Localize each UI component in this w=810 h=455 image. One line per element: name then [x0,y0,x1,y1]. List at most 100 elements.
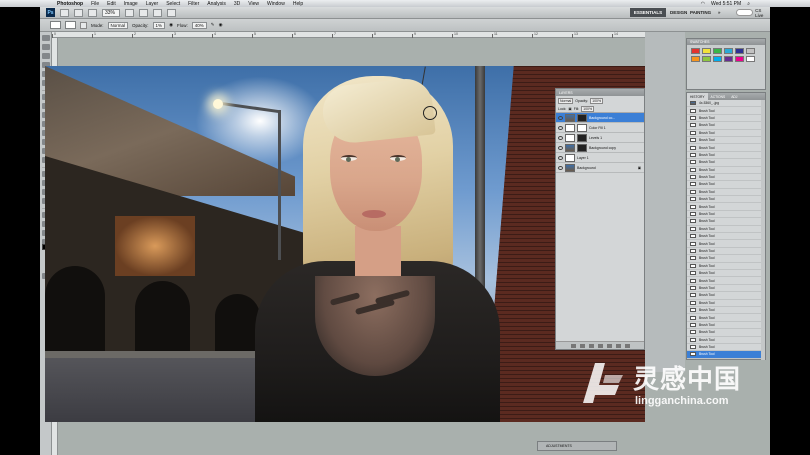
lock-icon[interactable]: ▣ [568,107,571,111]
history-state[interactable]: Brush Tool [687,137,765,145]
pressure-size-icon[interactable]: ◉ [219,22,223,28]
move-tool-icon[interactable] [41,35,50,41]
wifi-icon[interactable]: ◠ [701,1,705,7]
swatch[interactable] [691,48,700,54]
menu-file[interactable]: File [91,1,99,7]
tool-preset-picker[interactable] [50,21,61,29]
layer-row[interactable]: Levels 1 [556,133,644,143]
visibility-eye-icon[interactable] [558,165,563,170]
workspace-design[interactable]: DESIGN [670,8,687,17]
menu-edit[interactable]: Edit [107,1,116,7]
menu-layer[interactable]: Layer [146,1,159,7]
history-state[interactable]: Brush Tool [687,255,765,263]
history-state[interactable]: Brush Tool [687,277,765,285]
mode-dropdown[interactable]: Normal [107,21,129,29]
blend-mode-dropdown[interactable]: Normal [558,97,574,104]
layer-style-icon[interactable] [579,343,585,348]
mini-bridge-icon[interactable] [74,8,83,17]
pressure-opacity-icon[interactable]: ◉ [169,22,173,28]
history-state[interactable]: Brush Tool [687,167,765,174]
visibility-eye-icon[interactable] [558,155,563,160]
cs-live-button[interactable]: CS Live [755,8,770,18]
visibility-eye-icon[interactable] [558,125,563,130]
visibility-eye-icon[interactable] [558,135,563,140]
layer-row[interactable]: Background co... [556,113,644,123]
layer-mask-thumbnail[interactable] [577,123,587,132]
visibility-eye-icon[interactable] [558,115,563,120]
menu-help[interactable]: Help [293,1,303,7]
history-state[interactable]: Brush Tool [687,144,765,152]
screen-mode-icon[interactable] [167,8,176,17]
history-state[interactable]: Brush Tool [687,159,765,167]
history-state[interactable]: Brush Tool [687,181,765,189]
history-state[interactable]: Brush Tool [687,248,765,256]
history-state[interactable]: Brush Tool [687,107,765,115]
history-state[interactable]: Brush Tool [687,322,765,330]
layer-row[interactable]: Layer 1 [556,153,644,163]
zoom-level-dropdown[interactable]: 33% [102,8,120,17]
lasso-tool-icon[interactable] [41,53,50,59]
history-state[interactable]: Brush Tool [687,263,765,270]
swatch[interactable] [724,56,733,62]
tab-history[interactable]: HISTORY [687,93,708,100]
history-state[interactable]: Brush Tool [687,211,765,219]
new-layer-icon[interactable] [615,343,621,348]
swatch[interactable] [691,56,700,62]
menu-select[interactable]: Select [166,1,180,7]
rotate-view-icon[interactable] [139,8,148,17]
layer-fill-field[interactable]: 100% [581,105,595,112]
history-state[interactable]: Brush Tool [687,337,765,344]
clock[interactable]: Wed 5:51 PM [711,1,741,7]
swatch[interactable] [735,56,744,62]
swatch[interactable] [702,48,711,54]
add-mask-icon[interactable] [588,343,594,348]
menu-app-photoshop[interactable]: Photoshop [57,1,83,7]
layer-mask-thumbnail[interactable] [577,143,587,152]
brush-preset-picker[interactable] [65,21,76,29]
history-state[interactable]: Brush Tool [687,292,765,300]
new-group-icon[interactable] [606,343,612,348]
menu-window[interactable]: Window [267,1,285,7]
swatch[interactable] [735,48,744,54]
brush-panel-toggle-icon[interactable] [80,21,87,29]
swatch[interactable] [746,48,755,54]
history-snapshot[interactable]: 4x-5360_..jpg [687,100,765,108]
history-state[interactable]: Brush Tool [687,329,765,337]
flow-field[interactable]: 40% [191,21,207,29]
layer-row[interactable]: Background copy [556,143,644,153]
swatch[interactable] [724,48,733,54]
layer-mask-thumbnail[interactable] [577,133,587,142]
history-state[interactable]: Brush Tool [687,344,765,352]
extras-icon[interactable] [88,8,97,17]
history-state[interactable]: Brush Tool [687,300,765,307]
visibility-eye-icon[interactable] [558,145,563,150]
history-state[interactable]: Brush Tool [687,115,765,123]
bridge-icon[interactable] [60,8,69,17]
layer-row[interactable]: Color Fill 1 [556,123,644,133]
history-state[interactable]: Brush Tool [687,203,765,211]
marquee-tool-icon[interactable] [41,44,50,50]
history-scrollbar[interactable] [761,100,765,360]
workspace-painting[interactable]: PAINTING [690,8,711,17]
workspace-more-button[interactable]: » [718,8,721,17]
menu-filter[interactable]: Filter [188,1,199,7]
link-layers-icon[interactable] [570,343,576,348]
history-state[interactable]: Brush Tool [687,189,765,197]
adjustments-panel-collapsed[interactable]: ADJUSTMENTS [537,441,617,451]
workspace-essentials[interactable]: ESSENTIALS [630,8,666,17]
airbrush-icon[interactable]: ✎ [211,22,215,28]
adjustment-layer-icon[interactable] [597,343,603,348]
history-state[interactable]: Brush Tool [687,196,765,204]
history-state[interactable]: Brush Tool [687,240,765,248]
swatch[interactable] [702,56,711,62]
history-state[interactable]: Brush Tool [687,285,765,293]
history-state[interactable]: Brush Tool [687,174,765,182]
layer-mask-thumbnail[interactable] [577,113,587,122]
swatch[interactable] [746,56,755,62]
opacity-field[interactable]: 1% [152,21,166,29]
arrange-documents-icon[interactable] [153,8,162,17]
tab-actions[interactable]: ACTIONS [708,93,729,100]
history-state[interactable]: Brush Tool [687,233,765,241]
swatch[interactable] [713,56,722,62]
history-state[interactable]: Brush Tool [687,270,765,278]
